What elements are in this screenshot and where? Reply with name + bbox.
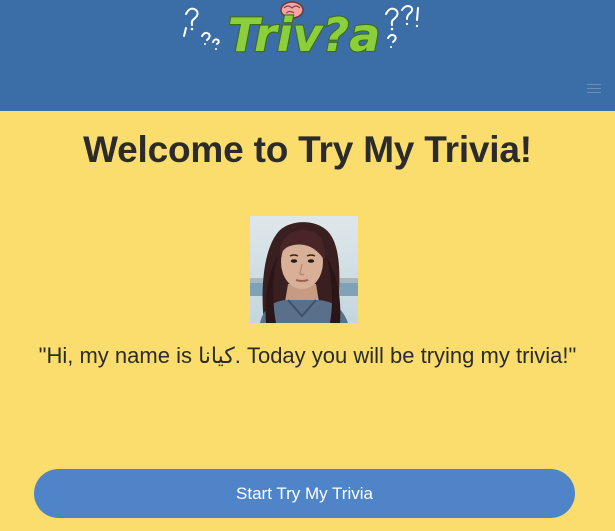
question-marks-left-icon <box>183 7 220 50</box>
profile-photo <box>250 216 358 323</box>
page-title: Welcome to Try My Trivia! <box>83 129 532 170</box>
site-header: Triv?a <box>0 0 615 111</box>
avatar <box>250 216 358 323</box>
logo-text: Triv?a <box>228 8 381 62</box>
hamburger-menu-icon[interactable] <box>587 84 601 94</box>
start-trivia-button[interactable]: Start Try My Trivia <box>34 469 575 518</box>
question-marks-right-icon <box>385 5 419 48</box>
trivia-logo[interactable]: Triv?a <box>180 0 430 66</box>
greeting-text: "Hi, my name is كيانا. Today you will be… <box>38 343 577 368</box>
